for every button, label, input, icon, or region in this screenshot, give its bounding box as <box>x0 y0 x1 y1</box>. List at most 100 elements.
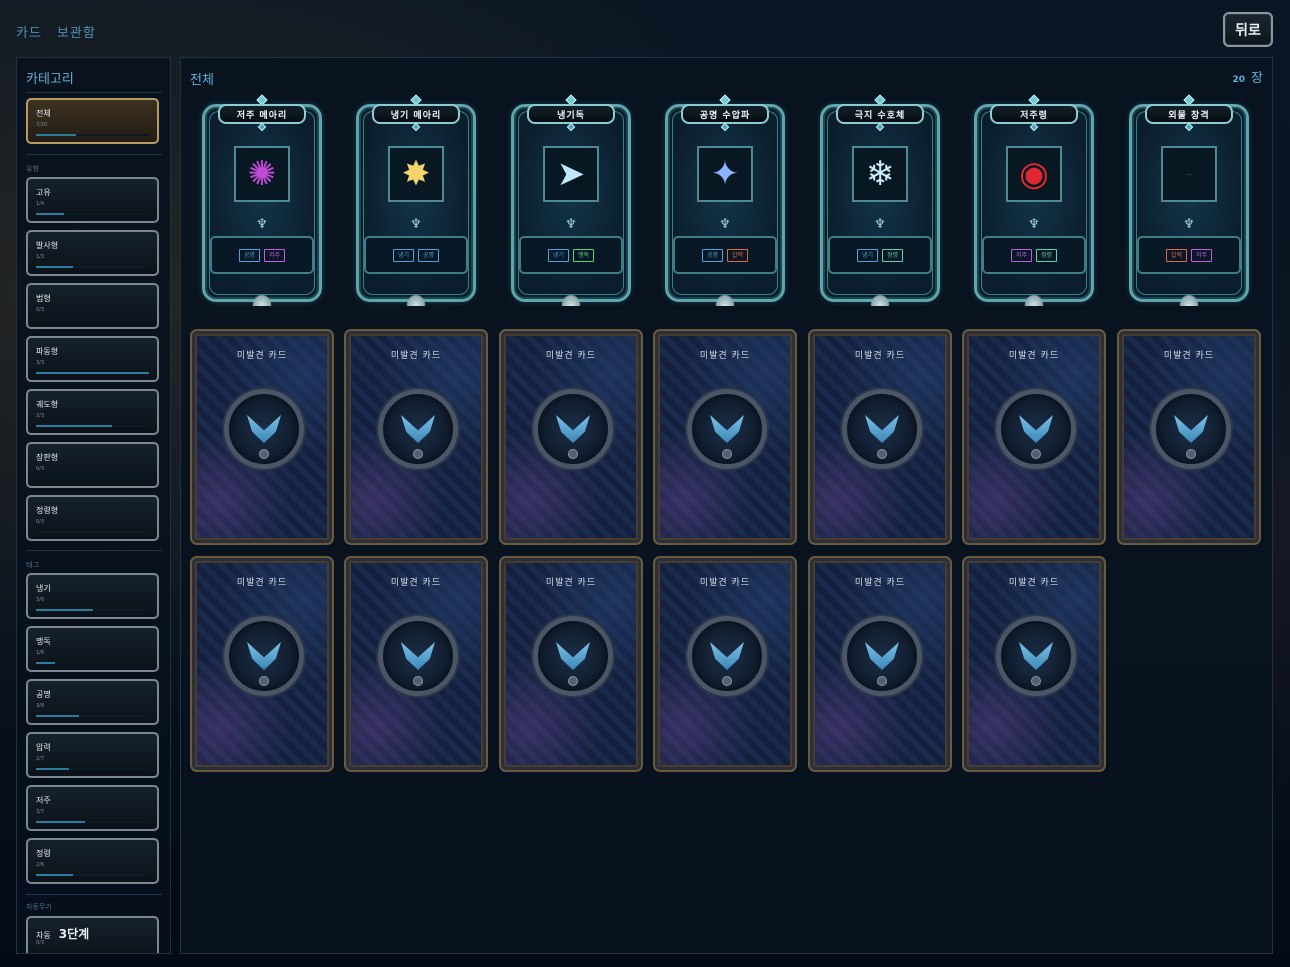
unrevealed-card[interactable]: 미발견 카드 <box>344 329 488 545</box>
category-type-button[interactable]: 파동형 3/3 <box>26 336 159 382</box>
category-progress-bar <box>36 715 149 717</box>
back-button[interactable]: 뒤로 <box>1223 12 1273 47</box>
unrevealed-card[interactable]: 미발견 카드 <box>962 329 1106 545</box>
gem-icon <box>413 449 423 459</box>
category-label: 장판형 <box>36 453 59 462</box>
category-count: 1/3 <box>36 254 45 260</box>
progress-fill <box>36 821 85 823</box>
unrevealed-card[interactable]: 미발견 카드 <box>344 556 488 772</box>
auto-level: 3단계 <box>58 927 90 941</box>
unrevealed-card[interactable]: 미발견 카드 <box>653 556 797 772</box>
category-label: 맹독 <box>36 637 51 646</box>
unrevealed-card[interactable]: 미발견 카드 <box>653 329 797 545</box>
unrevealed-label: 미발견 카드 <box>854 578 906 588</box>
category-type-button[interactable]: 궤도형 2/3 <box>26 389 159 435</box>
collection-card[interactable]: 극지 수호체 ❄ ♆ 냉기 정령 <box>814 94 946 306</box>
unrevealed-card[interactable]: 미발견 카드 <box>1117 329 1261 545</box>
card-tag: 공명 <box>701 248 723 262</box>
card-tag: 압력 <box>1165 248 1187 262</box>
unrevealed-label: 미발견 카드 <box>1008 351 1060 361</box>
progress-fill <box>36 715 79 717</box>
category-label: 궤도형 <box>36 400 59 409</box>
trident-icon: ♆ <box>874 217 886 232</box>
section-label-type: 유형 <box>26 165 39 173</box>
category-tag-button[interactable]: 압력 2/7 <box>26 732 159 778</box>
card-name: 냉기 메아리 <box>372 104 460 124</box>
category-tag-button[interactable]: 정령 2/6 <box>26 838 159 884</box>
category-progress-bar <box>36 478 149 480</box>
trident-icon: ♆ <box>1183 217 1195 232</box>
category-label: 전체 <box>36 109 51 118</box>
card-art-icon: --- <box>1185 170 1193 178</box>
gem-icon <box>1186 449 1196 459</box>
category-progress-bar <box>36 319 149 321</box>
gem-icon <box>1031 676 1041 686</box>
card-art-icon: ❄ <box>865 154 895 194</box>
category-progress-bar <box>36 768 149 770</box>
card-art: ✸ <box>388 146 444 202</box>
divider <box>26 550 162 551</box>
category-count: 0/3 <box>36 466 45 472</box>
card-tag-panel: 냉기 정령 <box>828 236 932 274</box>
category-count: 2/6 <box>36 862 45 868</box>
card-tag: 정령 <box>882 248 904 262</box>
collection-card[interactable]: 냉기 메아리 ✸ ♆ 냉기 공명 <box>350 94 482 306</box>
category-type-button[interactable]: 장판형 0/3 <box>26 442 159 488</box>
collection-card[interactable]: 저주령 ◉ ♆ 저주 정령 <box>968 94 1100 306</box>
breadcrumb-cards[interactable]: 카드 <box>16 22 42 41</box>
card-art-icon: ✸ <box>401 154 431 194</box>
unrevealed-card[interactable]: 미발견 카드 <box>962 556 1106 772</box>
card-tag-panel: 저주 정령 <box>982 236 1086 274</box>
collection-card[interactable]: 냉기독 ➤ ♆ 냉기 맹독 <box>505 94 637 306</box>
category-tag-button[interactable]: 저주 3/7 <box>26 785 159 831</box>
category-count: 3/6 <box>36 597 45 603</box>
unrevealed-label: 미발견 카드 <box>854 351 906 361</box>
progress-fill <box>36 266 74 268</box>
unrevealed-card[interactable]: 미발견 카드 <box>190 556 334 772</box>
category-progress-bar <box>36 874 149 876</box>
card-tag: 저주 <box>264 248 286 262</box>
progress-fill <box>36 213 65 215</box>
category-tag-button[interactable]: 공명 3/8 <box>26 679 159 725</box>
breadcrumb: 카드 보관함 <box>16 22 96 41</box>
gem-icon <box>413 676 423 686</box>
page-title: 전체 <box>190 73 214 88</box>
category-type-button[interactable]: 고유 1/4 <box>26 177 159 223</box>
category-all-button[interactable]: 전체 7/20 <box>26 98 159 144</box>
category-type-button[interactable]: 발사형 1/3 <box>26 230 159 276</box>
section-label-tag: 태그 <box>26 561 39 569</box>
category-label: 정령형 <box>36 506 59 515</box>
card-tag: 정령 <box>1036 248 1058 262</box>
unrevealed-label: 미발견 카드 <box>390 351 442 361</box>
card-art-icon: ✦ <box>710 154 740 194</box>
category-tag-button[interactable]: 냉기 3/6 <box>26 573 159 619</box>
unrevealed-card[interactable]: 미발견 카드 <box>499 556 643 772</box>
unrevealed-card[interactable]: 미발견 카드 <box>808 329 952 545</box>
collection-card[interactable]: 저주 메아리 ✺ ♆ 공명 저주 <box>196 94 328 306</box>
category-count: 0/3 <box>36 519 45 525</box>
category-auto-button[interactable]: 자동 3단계 0/3 <box>26 916 159 953</box>
category-count: 3/8 <box>36 703 45 709</box>
breadcrumb-storage: 보관함 <box>56 26 96 41</box>
category-tag-button[interactable]: 맹독 1/6 <box>26 626 159 672</box>
gem-icon <box>568 449 578 459</box>
category-progress-bar <box>36 425 149 427</box>
card-tag-panel: 공명 저주 <box>210 236 314 274</box>
category-count: 3/3 <box>36 360 45 366</box>
unrevealed-label: 미발견 카드 <box>545 578 597 588</box>
gem-icon <box>259 449 269 459</box>
trident-icon: ♆ <box>565 217 577 232</box>
unrevealed-label: 미발견 카드 <box>545 351 597 361</box>
unrevealed-label: 미발견 카드 <box>1008 578 1060 588</box>
card-name: 외물 창격 <box>1145 104 1233 124</box>
collection-card[interactable]: 공명 수압파 ✦ ♆ 공명 압력 <box>659 94 791 306</box>
card-name: 극지 수호체 <box>836 104 924 124</box>
unrevealed-card[interactable]: 미발견 카드 <box>190 329 334 545</box>
card-tag: 냉기 <box>392 248 414 262</box>
category-type-button[interactable]: 정령형 0/3 <box>26 495 159 541</box>
category-type-button[interactable]: 범형 0/3 <box>26 283 159 329</box>
unrevealed-card[interactable]: 미발견 카드 <box>808 556 952 772</box>
unrevealed-card[interactable]: 미발견 카드 <box>499 329 643 545</box>
card-name: 저주령 <box>990 104 1078 124</box>
collection-card[interactable]: 외물 창격 --- ♆ 압력 저주 <box>1123 94 1255 306</box>
